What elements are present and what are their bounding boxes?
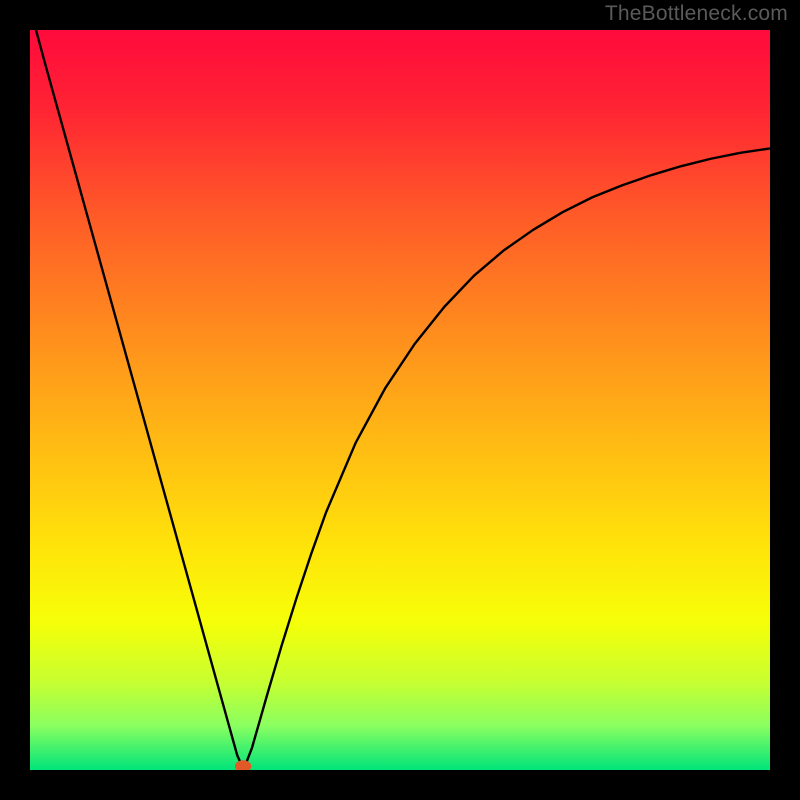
chart-background	[30, 30, 770, 770]
chart-svg	[30, 30, 770, 770]
plot-area	[30, 30, 770, 770]
watermark-text: TheBottleneck.com	[605, 2, 788, 26]
chart-container: TheBottleneck.com	[0, 0, 800, 800]
